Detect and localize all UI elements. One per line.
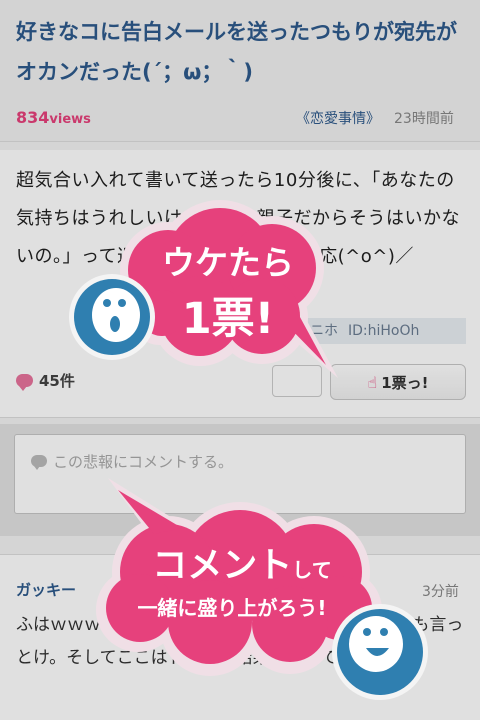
comment-tip-line2: 一緒に盛り上がろう! bbox=[137, 596, 327, 620]
vote-tip-line1: ウケたら bbox=[162, 243, 294, 282]
comment-tip-line1: コメントして bbox=[112, 537, 372, 588]
vote-tip-line2: 1票! bbox=[181, 294, 275, 344]
comment-tip-big: コメント bbox=[152, 546, 293, 586]
mascot-ghost-icon bbox=[69, 274, 155, 360]
comment-tip-small: して bbox=[292, 558, 332, 582]
